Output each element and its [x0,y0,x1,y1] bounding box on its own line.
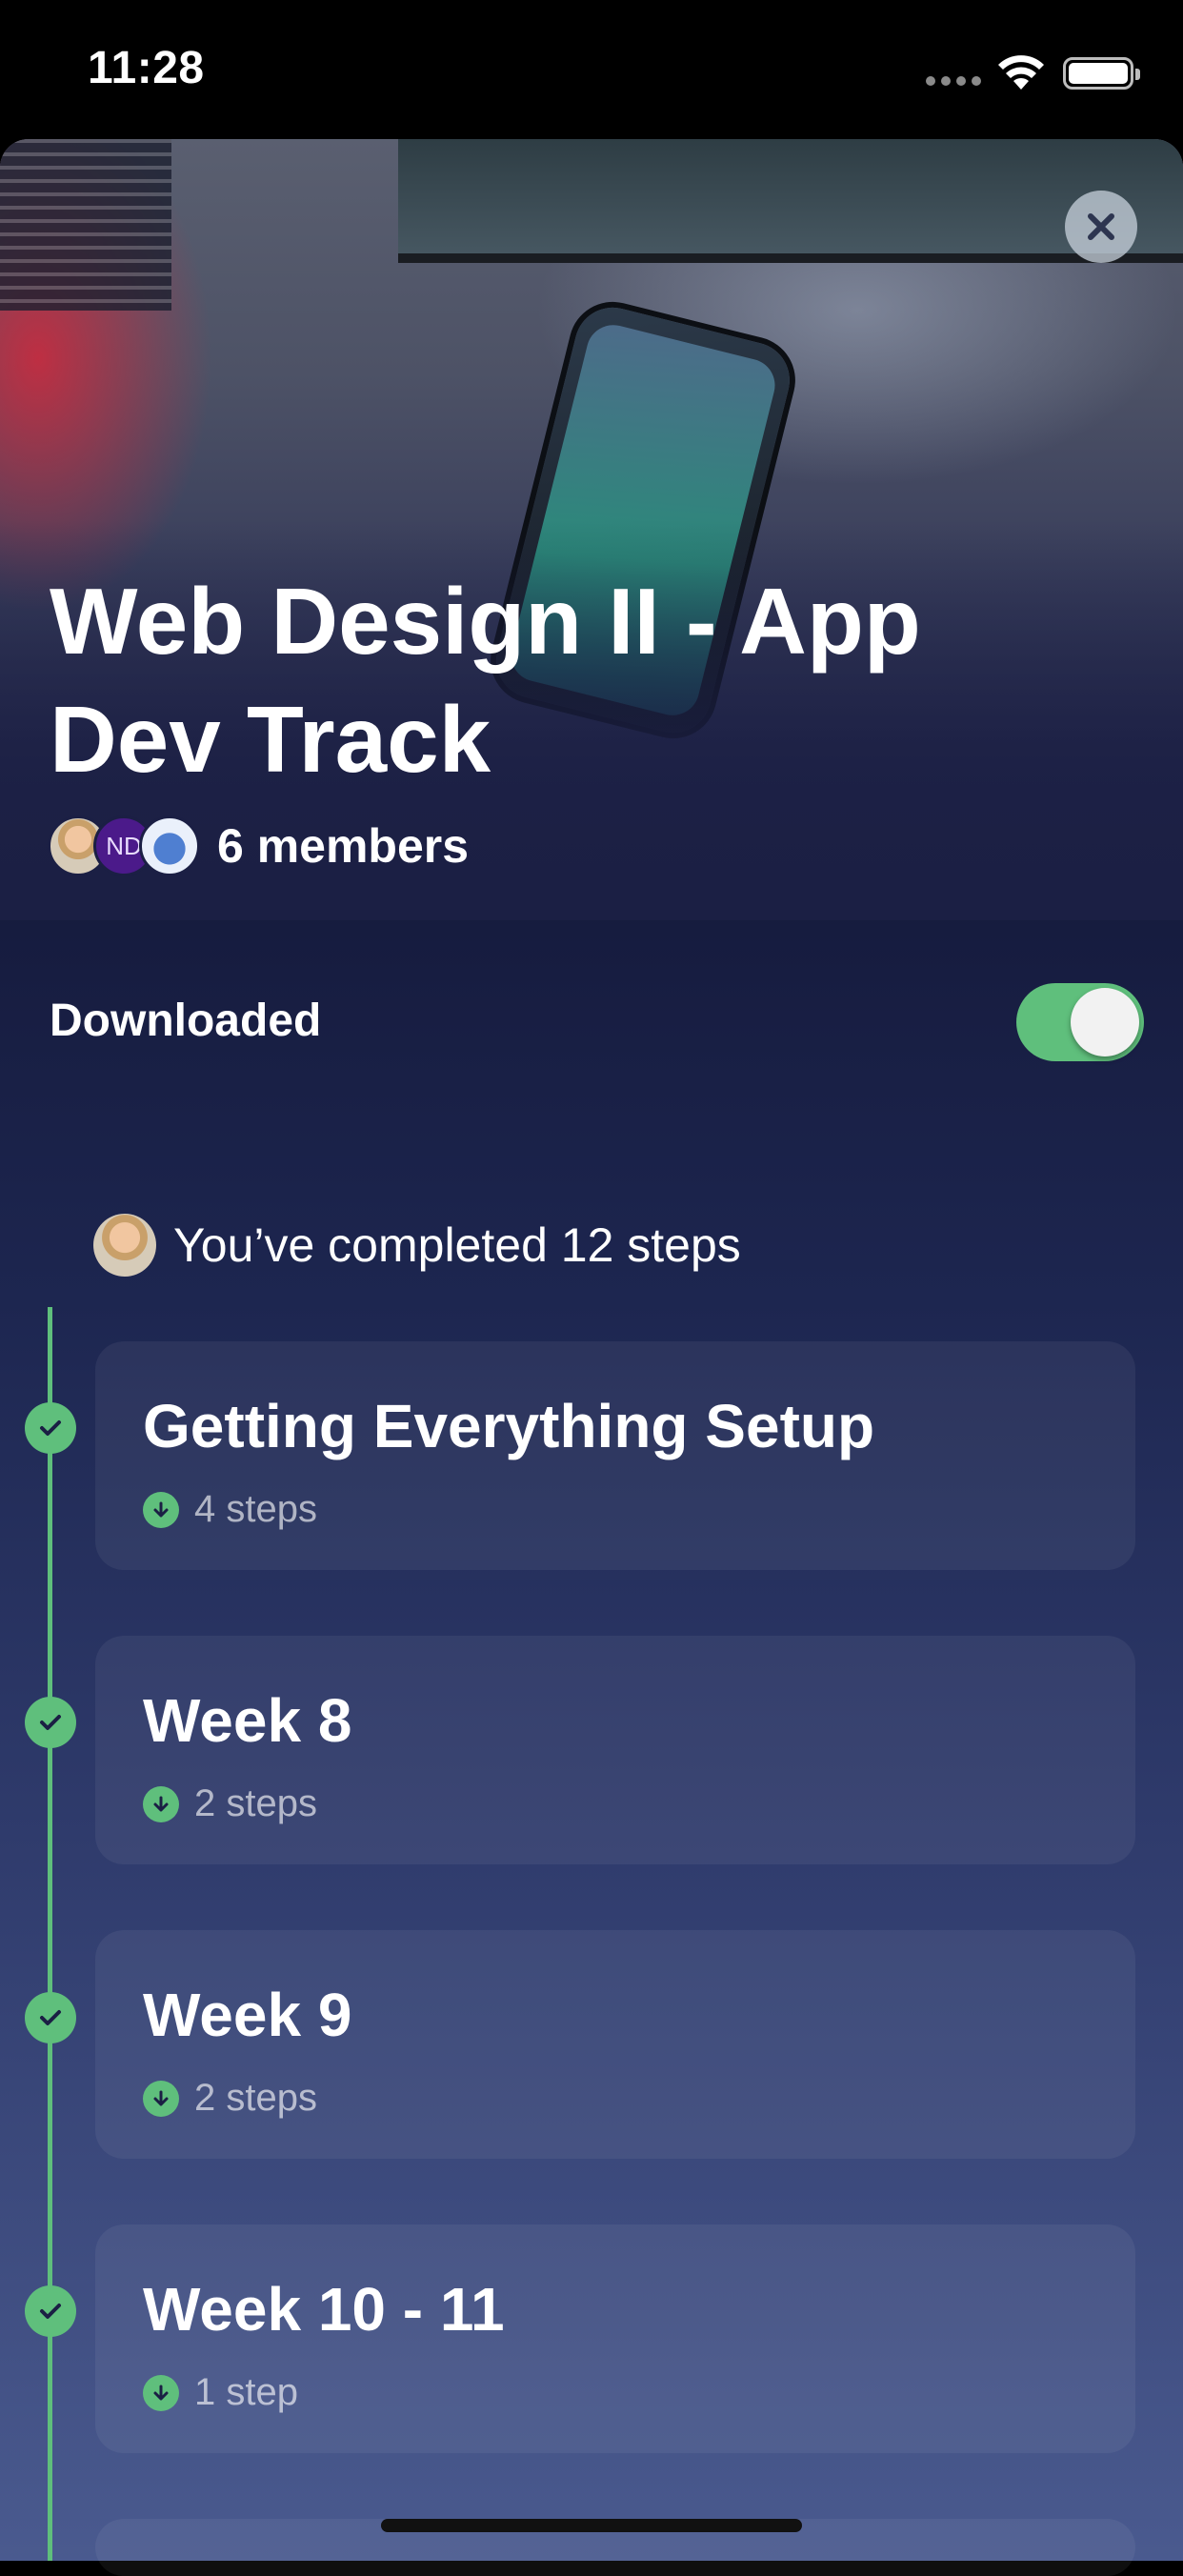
battery-icon [1063,57,1140,90]
progress-summary: You’ve completed 12 steps [93,1214,741,1277]
close-button[interactable] [1065,191,1137,263]
member-avatar [139,815,200,876]
hero-image [0,139,1183,920]
download-icon [143,1491,179,1528]
section-card[interactable]: Week 8 2 steps [95,1636,1135,1864]
section-title: Getting Everything Setup [143,1392,875,1460]
download-icon [143,2080,179,2117]
check-icon [25,1402,76,1454]
section-steps: 1 step [143,2371,298,2414]
status-time: 11:28 [88,43,205,93]
members-row[interactable]: ND 6 members [48,815,469,877]
toggle-knob [1071,988,1139,1057]
section-steps: 4 steps [143,1488,317,1531]
section-title: Week 9 [143,1981,352,2049]
check-icon [25,1697,76,1748]
section-title: Week 8 [143,1686,352,1755]
members-count: 6 members [217,819,470,873]
section-card[interactable]: Week 10 - 11 1 step [95,2224,1135,2453]
check-icon [25,2285,76,2337]
section-steps-label: 2 steps [194,2077,317,2119]
section-title: Week 10 - 11 [143,2275,505,2344]
section-steps-label: 1 step [194,2371,298,2413]
progress-text: You’ve completed 12 steps [173,1218,741,1272]
download-icon [143,1785,179,1822]
status-bar: 11:28 [0,0,1183,139]
section-steps-label: 2 steps [194,1782,317,1824]
cellular-signal-icon [926,76,981,86]
check-icon [25,1992,76,2043]
home-indicator [381,2519,802,2532]
close-icon [1088,213,1114,240]
wifi-icon [998,55,1044,90]
downloaded-label: Downloaded [50,996,322,1046]
section-steps: 2 steps [143,1782,317,1825]
section-card[interactable]: Week 9 2 steps [95,1930,1135,2159]
timeline-line [48,1307,52,2561]
section-steps-label: 4 steps [194,1488,317,1530]
section-card[interactable]: Getting Everything Setup 4 steps [95,1341,1135,1570]
course-title: Web Design II - App Dev Track [50,569,921,792]
user-avatar [93,1214,156,1277]
downloaded-toggle[interactable] [1016,983,1144,1061]
section-steps: 2 steps [143,2077,317,2120]
download-icon [143,2374,179,2411]
